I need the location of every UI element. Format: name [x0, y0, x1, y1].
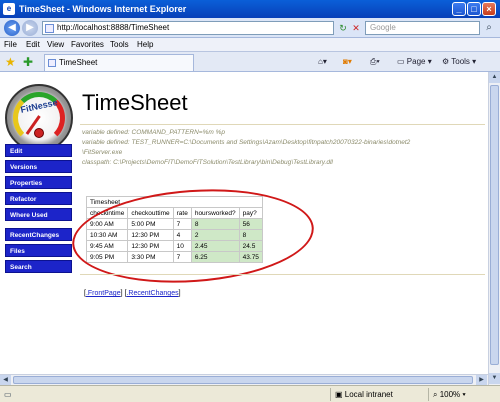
window-title: TimeSheet - Windows Internet Explorer — [19, 4, 187, 14]
front-page-link[interactable]: .FrontPage — [86, 290, 121, 297]
add-favorite-icon[interactable]: ✚ — [23, 55, 33, 69]
sidebar-item-edit[interactable]: Edit — [5, 144, 72, 157]
page-icon — [48, 59, 56, 67]
favorites-star-icon[interactable]: ★ — [5, 55, 16, 69]
menu-favorites[interactable]: Favorites — [71, 40, 104, 49]
scroll-down-icon[interactable]: ▼ — [489, 373, 500, 384]
variable-definitions: variable defined: COMMAND_PATTERN=%m %p … — [82, 128, 487, 168]
security-zone: ▣ Local intranet — [330, 388, 425, 401]
menu-tools[interactable]: Tools — [110, 40, 129, 49]
sidebar: Edit Versions Properties Refactor Where … — [5, 144, 72, 276]
sidebar-item-where-used[interactable]: Where Used — [5, 208, 72, 221]
done-icon: ▭ — [4, 390, 12, 399]
menu-view[interactable]: View — [47, 40, 64, 49]
divider — [80, 274, 485, 275]
scroll-up-icon[interactable]: ▲ — [489, 72, 500, 83]
intranet-icon: ▣ — [335, 390, 345, 399]
feeds-icon[interactable]: ◙▾ — [343, 57, 352, 66]
search-icon[interactable]: ⌕ — [482, 21, 496, 35]
url-field[interactable]: http://localhost:8888/TimeSheet — [42, 21, 334, 35]
tools-menu-button[interactable]: ⚙ Tools ▾ — [442, 57, 476, 66]
menu-edit[interactable]: Edit — [26, 40, 40, 49]
stop-icon[interactable]: ✕ — [350, 22, 362, 34]
page-viewport: FitNesse TimeSheet Edit Versions Propert… — [0, 72, 488, 385]
menu-help[interactable]: Help — [137, 40, 153, 49]
gauge-hub — [34, 128, 44, 138]
tab-label: TimeSheet — [59, 58, 98, 67]
sidebar-item-recent-changes[interactable]: RecentChanges — [5, 228, 72, 241]
zoom-icon: ⌕ — [433, 390, 440, 399]
back-button[interactable]: ◀ — [4, 20, 20, 36]
forward-button[interactable]: ▶ — [22, 20, 38, 36]
tools-menu-label: Tools — [451, 57, 470, 66]
maximize-button[interactable]: □ — [467, 2, 481, 16]
horizontal-scrollbar[interactable]: ◀ ▶ — [0, 374, 488, 386]
sidebar-item-files[interactable]: Files — [5, 244, 72, 257]
variable-line: variable defined: COMMAND_PATTERN=%m %p — [82, 129, 225, 136]
scroll-thumb[interactable] — [13, 376, 473, 384]
menu-file[interactable]: File — [4, 40, 17, 49]
ie-icon: e — [3, 3, 15, 15]
page-icon — [45, 24, 54, 33]
divider — [80, 124, 485, 125]
sidebar-item-search[interactable]: Search — [5, 260, 72, 273]
zoom-control[interactable]: ⌕ 100% ▾ — [428, 388, 498, 401]
variable-line: variable defined: TEST_RUNNER=C:\Documen… — [82, 139, 411, 146]
variable-line: \FitServer.exe — [82, 149, 123, 156]
fitnesse-logo[interactable]: FitNesse — [5, 84, 73, 152]
close-button[interactable]: × — [482, 2, 496, 16]
sidebar-item-refactor[interactable]: Refactor — [5, 192, 72, 205]
refresh-icon[interactable]: ↻ — [337, 22, 349, 34]
status-bar: ▭ ▣ Local intranet ⌕ 100% ▾ — [0, 385, 500, 402]
page-menu-label: Page — [406, 57, 426, 66]
page-title: TimeSheet — [82, 90, 188, 115]
url-text: http://localhost:8888/TimeSheet — [57, 23, 170, 32]
tab-bar: ★ ✚ TimeSheet ⌂▾ ◙▾ ⎙▾ ▭ Page ▾ ⚙ Tools … — [0, 52, 500, 72]
sidebar-item-properties[interactable]: Properties — [5, 176, 72, 189]
home-icon[interactable]: ⌂▾ — [318, 57, 327, 66]
menu-bar: File Edit View Favorites Tools Help — [0, 38, 500, 52]
print-icon[interactable]: ⎙▾ — [370, 57, 380, 67]
classpath-line: classpath: C:\Projects\DemoFIT\DemoFITSo… — [82, 159, 333, 166]
zoom-level: 100% — [439, 390, 461, 399]
search-input[interactable]: Google — [365, 21, 480, 35]
minimize-button[interactable]: _ — [452, 2, 466, 16]
recent-changes-link[interactable]: .RecentChanges — [126, 290, 178, 297]
page-menu-button[interactable]: ▭ Page ▾ — [397, 57, 432, 66]
footer-links: [.FrontPage] [.RecentChanges] — [84, 290, 181, 297]
sidebar-item-versions[interactable]: Versions — [5, 160, 72, 173]
zone-label: Local intranet — [344, 390, 393, 399]
tab-timesheet[interactable]: TimeSheet — [44, 54, 194, 71]
scroll-thumb[interactable] — [490, 85, 499, 365]
vertical-scrollbar[interactable]: ▲ ▼ — [488, 72, 500, 385]
address-bar: ◀ ▶ http://localhost:8888/TimeSheet ↻ ✕ … — [0, 18, 500, 38]
window-title-bar: e TimeSheet - Windows Internet Explorer … — [0, 0, 500, 18]
